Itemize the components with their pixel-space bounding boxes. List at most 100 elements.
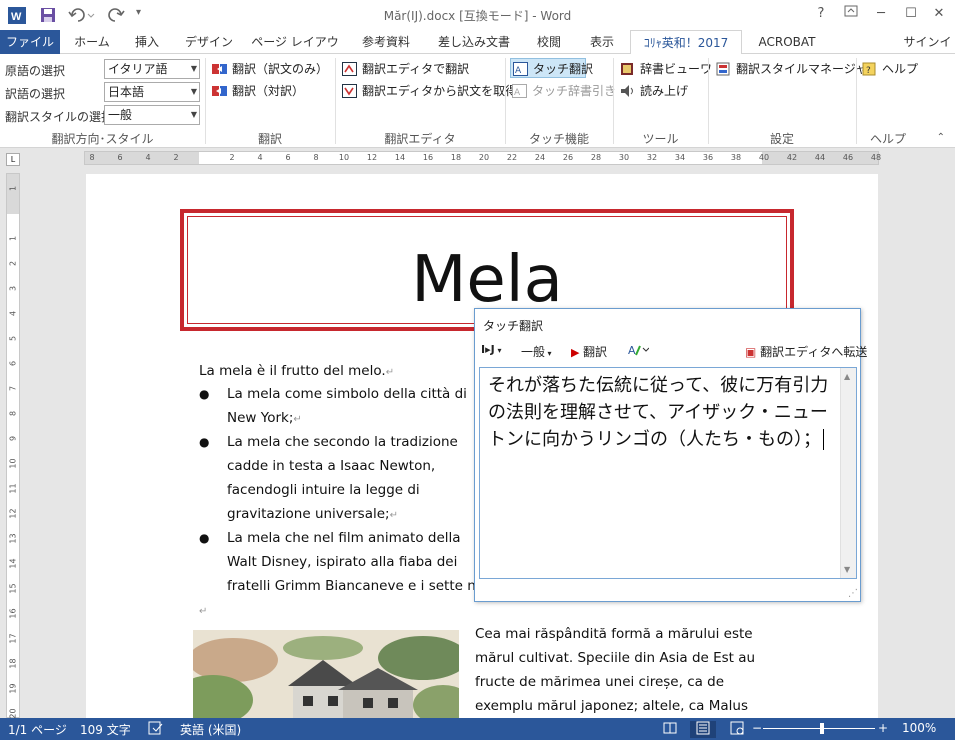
chevron-down-icon: ▼ <box>190 64 197 73</box>
zoom-level[interactable]: 100% <box>902 721 936 735</box>
ro-line-3: fructe de mărimea unei cireșe, ca de <box>475 674 725 690</box>
ruler-tick-label: 6 <box>8 360 18 367</box>
close-icon[interactable]: ✕ <box>926 4 952 24</box>
ruler-tick-label: 17 <box>8 633 18 644</box>
svg-text:?: ? <box>866 66 871 76</box>
ruler-tick-label: 2 <box>8 260 18 267</box>
ro-line-1: Cea mai răspândită formă a mărului este <box>475 626 753 642</box>
empty-paragraph: ↵ <box>199 602 207 618</box>
read-aloud-button[interactable]: 読み上げ <box>618 81 688 101</box>
send-to-editor-button[interactable]: ▣ 翻訳エディタへ転送 <box>745 343 867 360</box>
tab-selector[interactable]: L <box>6 153 20 166</box>
touch-translate-dialog[interactable]: タッチ翻訳 I▸J ▾ 一般 ▾ ▶ 翻訳 A ▣ 翻訳エディタへ転送 それが落… <box>474 308 867 602</box>
tab-view[interactable]: 表示 <box>580 30 624 54</box>
translate-parallel-label: 翻訳（対訳） <box>232 84 305 98</box>
ruler-tick-label: 19 <box>8 683 18 694</box>
proofing-icon[interactable] <box>148 721 164 738</box>
group-label-settings: 設定 <box>769 132 794 146</box>
page-count[interactable]: 1/1 ページ <box>8 721 67 738</box>
translate-parallel-icon <box>212 84 227 98</box>
intro-text: La mela è il frutto del melo. <box>199 363 386 379</box>
signin-link[interactable]: サインイン <box>900 30 955 73</box>
translation-text: それが落ちた伝統に従って、彼に万有引力の法則を理解させて、アイザック・ニュートン… <box>488 372 838 453</box>
ruler-tick-label: 10 <box>338 153 350 162</box>
dialog-translate-button[interactable]: ▶ 翻訳 <box>571 343 607 360</box>
language-status[interactable]: 英語 (米国) <box>180 721 241 738</box>
help-button[interactable]: ? ヘルプ <box>860 59 918 79</box>
touch-translate-label: タッチ翻訳 <box>533 62 594 76</box>
bullet-2: ● <box>199 435 210 449</box>
ruler-tick-label: 4 <box>257 153 263 162</box>
editor-fetch-button[interactable]: 翻訳エディタから訳文を取得 <box>340 81 517 101</box>
ruler-tick-label: 36 <box>702 153 714 162</box>
ruler-tick-label: 9 <box>8 435 18 442</box>
ruler-tick-label: 4 <box>8 310 18 317</box>
ruler-tick-label: 8 <box>8 410 18 417</box>
send-to-editor-icon: ▣ <box>745 345 761 359</box>
translation-text-content: それが落ちた伝統に従って、彼に万有引力の法則を理解させて、アイザック・ニュートン… <box>488 375 829 450</box>
scroll-down-icon[interactable]: ▼ <box>844 565 850 574</box>
minimize-icon[interactable]: ─ <box>868 4 894 24</box>
tab-insert[interactable]: 挿入 <box>124 30 170 54</box>
read-mode-icon[interactable] <box>663 721 677 738</box>
bullet-2-text: gravitazione universale; <box>227 506 390 522</box>
ruler-tick-label: 10 <box>8 458 18 469</box>
dialog-tools-button[interactable]: A <box>627 342 650 361</box>
tab-references[interactable]: 参考資料 <box>352 30 420 54</box>
source-language-combo[interactable]: イタリア語 ▼ <box>104 59 200 79</box>
dictionary-viewer-button[interactable]: 辞書ビューワ <box>618 59 712 79</box>
translate-parallel-button[interactable]: 翻訳（対訳） <box>210 81 304 101</box>
ribbon: 原語の選択 イタリア語 ▼ 訳語の選択 日本語 ▼ 翻訳スタイルの選択 一般 ▼… <box>0 54 955 148</box>
ruler-tick-label: 22 <box>506 153 518 162</box>
svg-text:A: A <box>628 344 636 357</box>
tab-home[interactable]: ホーム <box>68 30 116 54</box>
help-label: ヘルプ <box>882 62 919 76</box>
ribbon-display-icon[interactable] <box>838 4 864 24</box>
scroll-up-icon[interactable]: ▲ <box>844 372 850 381</box>
translation-style-combo[interactable]: 一般 ▼ <box>104 105 200 125</box>
target-language-combo[interactable]: 日本語 ▼ <box>104 82 200 102</box>
web-layout-icon[interactable] <box>730 721 744 738</box>
touch-dictionary-button[interactable]: A タッチ辞書引き <box>510 81 616 101</box>
dialog-style-button[interactable]: 一般 ▾ <box>521 343 552 360</box>
touch-translate-button[interactable]: A タッチ翻訳 <box>510 58 593 78</box>
tab-design[interactable]: デザイン <box>180 30 238 54</box>
word-count[interactable]: 109 文字 <box>80 721 131 738</box>
direction-button[interactable]: I▸J ▾ <box>481 343 502 356</box>
translate-only-button[interactable]: 翻訳（訳文のみ） <box>210 59 328 79</box>
zoom-slider-thumb[interactable] <box>820 723 824 734</box>
ruler-tick-label: 1 <box>8 185 18 192</box>
chevron-down-icon: ▾ <box>494 346 502 355</box>
horizontal-ruler[interactable]: 8 6 4 2 2 4 6 8 10 12 14 16 18 20 22 24 26 28 30 32 34 36 38 40… <box>84 151 881 165</box>
tab-mailings[interactable]: 差し込み文書 <box>430 30 518 54</box>
editor-translate-label: 翻訳エディタで翻訳 <box>362 62 470 76</box>
tab-file[interactable]: ファイル <box>0 30 60 54</box>
ruler-tick-label: 12 <box>366 153 378 162</box>
direction-label: I▸J <box>481 343 495 356</box>
collapse-ribbon-icon[interactable]: ⌃ <box>937 132 945 143</box>
resize-grip-icon[interactable]: ⋰ <box>848 588 858 599</box>
status-bar: 1/1 ページ 109 文字 英語 (米国) − + 100% <box>0 718 955 740</box>
ruler-tick-label: 7 <box>8 385 18 392</box>
zoom-out-icon[interactable]: − <box>752 721 762 735</box>
tab-acrobat[interactable]: ACROBAT <box>752 30 822 54</box>
tab-review[interactable]: 校閲 <box>526 30 572 54</box>
tab-page-layout[interactable]: ページ レイアウト <box>248 30 342 73</box>
tab-korya-eiwa[interactable]: ｺﾘｬ英和！2017 <box>630 30 742 55</box>
read-aloud-label: 読み上げ <box>640 84 689 98</box>
house-photo[interactable] <box>193 630 459 719</box>
editor-translate-button[interactable]: 翻訳エディタで翻訳 <box>340 59 469 79</box>
zoom-in-icon[interactable]: + <box>878 721 888 735</box>
zoom-slider[interactable] <box>763 728 875 729</box>
ruler-tick-label: 42 <box>786 153 798 162</box>
vertical-scrollbar[interactable]: ▲ ▼ <box>840 368 856 578</box>
vertical-ruler[interactable]: 1 1 2 3 4 5 6 7 8 9 10 11 12 13 14 15 16 17 18 19 20 <box>6 173 20 719</box>
bullet-3-line-3: fratelli Grimm Biancaneve e i sette na <box>227 578 485 594</box>
maximize-icon[interactable]: ☐ <box>898 4 924 24</box>
print-layout-icon[interactable] <box>690 721 716 738</box>
ruler-tick-label: 2 <box>229 153 235 162</box>
help-icon[interactable]: ? <box>808 4 834 24</box>
style-manager-button[interactable]: 翻訳スタイルマネージャ <box>714 59 867 79</box>
ruler-tick-label: 16 <box>422 153 434 162</box>
translation-output[interactable]: それが落ちた伝統に従って、彼に万有引力の法則を理解させて、アイザック・ニュートン… <box>479 367 857 579</box>
